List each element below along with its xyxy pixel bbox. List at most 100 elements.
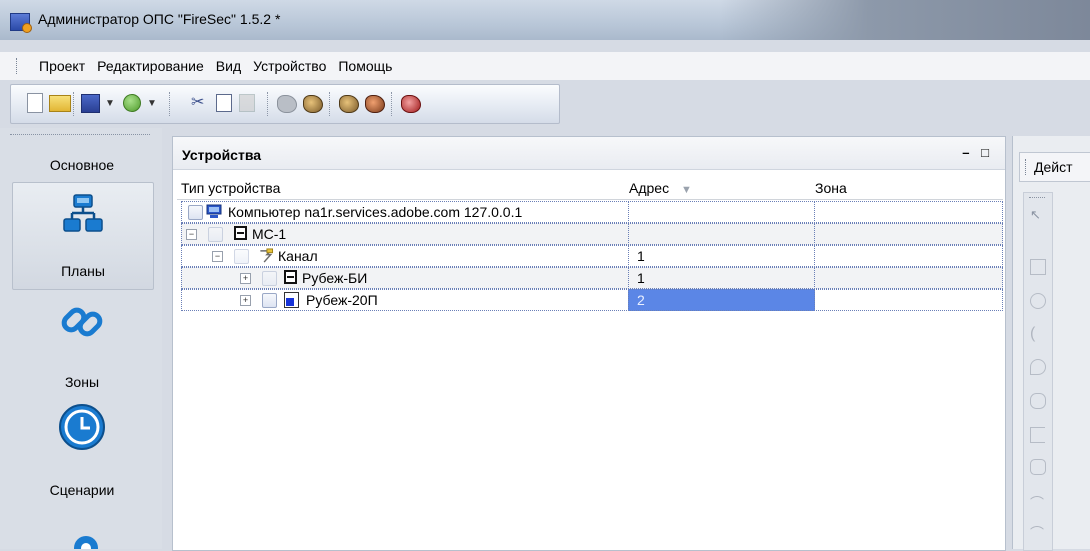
validate-icon[interactable] [123,94,141,112]
column-address-label: Адрес [629,180,670,196]
validate-dropdown-icon[interactable]: ▼ [147,98,157,118]
actions-tab[interactable]: Дейст [1019,152,1090,182]
menu-project[interactable]: Проект [33,58,91,74]
rectangle-tool-icon[interactable] [1030,259,1046,275]
link-icon [188,205,203,220]
toolbar-separator [73,92,75,116]
nav-scenarios[interactable]: Сценарии [12,398,152,508]
menu-help[interactable]: Помощь [332,58,398,74]
polyline-tool-icon[interactable] [1030,427,1045,443]
title-bar-shade [720,0,1090,40]
nav-zones-label: Зоны [64,374,100,390]
link-chain-icon [61,307,103,337]
collapse-icon[interactable]: − [186,229,197,240]
window-title: Администратор ОПС "FireSec" 1.5.2 * [38,11,281,27]
menu-grip [16,58,19,74]
device-address: 1 [637,270,645,286]
device-sync-icon[interactable] [339,95,359,113]
device-alarm-icon[interactable] [401,95,421,113]
computer-icon [206,204,222,218]
toolbar-separator [391,92,393,116]
expand-icon[interactable]: + [240,295,251,306]
actions-panel: Дейст ↖ ( ⌒ ⌒ [1012,136,1090,551]
link-icon [262,293,277,308]
toolbar-separator [169,92,171,116]
arc-tool-icon[interactable]: ( [1030,326,1044,342]
column-type[interactable]: Тип устройства [181,180,280,196]
device-name: Канал [278,248,318,264]
navigation-panel: Основное Планы Зоны Сценарии [0,128,162,549]
app-icon [10,13,32,33]
pie-tool-icon[interactable] [1030,359,1046,375]
toolbar: ▼ ▼ ✂ [10,84,560,124]
cell-zone[interactable] [814,223,1003,245]
nav-plans[interactable]: Планы [12,182,154,290]
actions-tab-label: Дейст [1034,159,1073,175]
cell-zone[interactable] [814,245,1003,267]
tab-grip [1025,159,1026,175]
table-row[interactable]: + Рубеж-20П 2 [181,289,1003,311]
panel-window-controls[interactable]: – □ [962,145,993,160]
menu-edit[interactable]: Редактирование [91,58,210,74]
save-dropdown-icon[interactable]: ▼ [105,98,115,118]
device-write-icon[interactable] [303,95,323,113]
cell-zone[interactable] [814,201,1003,223]
table-row[interactable]: Компьютер na1r.services.adobe.com 127.0.… [181,201,1003,223]
polygon-tool-icon[interactable] [1030,393,1046,409]
menu-bar: Проект Редактирование Вид Устройство Пом… [0,52,1090,80]
open-folder-icon[interactable] [49,95,71,112]
ellipse-tool-icon[interactable] [1030,293,1046,309]
device-update-icon[interactable] [365,95,385,113]
table-row[interactable]: − МС-1 [181,223,1003,245]
table-row[interactable]: − Канал 1 [181,245,1003,267]
pointer-icon[interactable]: ↖ [1030,207,1044,222]
nav-plans-label: Планы [61,263,105,279]
device-name: Компьютер na1r.services.adobe.com 127.0.… [228,204,523,220]
device-name: Рубеж-20П [306,292,378,308]
device-read-icon[interactable] [277,95,297,113]
cell-zone[interactable] [814,289,1003,311]
link-icon [234,249,249,264]
cut-icon[interactable]: ✂ [191,92,211,112]
nav-settings[interactable] [12,528,152,549]
column-zone[interactable]: Зона [815,180,847,196]
nav-main[interactable]: Основное [12,146,152,182]
nav-zones[interactable]: Зоны [12,294,152,394]
cell-type[interactable]: − МС-1 [181,223,629,245]
channel-icon [260,248,274,263]
table-row[interactable]: + Рубеж-БИ 1 [181,267,1003,289]
collapse-icon[interactable]: − [212,251,223,262]
copy-icon[interactable] [216,94,232,112]
module-icon [234,226,247,240]
save-icon[interactable] [81,94,100,113]
cell-type[interactable]: − Канал [181,245,629,267]
line-tool-icon[interactable]: ⌒ [1030,523,1044,541]
column-address[interactable]: Адрес ▼ [629,180,692,196]
title-bar: Администратор ОПС "FireSec" 1.5.2 * [0,0,1090,40]
cell-type[interactable]: + Рубеж-20П [181,289,629,311]
menu-device[interactable]: Устройство [247,58,332,74]
menu-view[interactable]: Вид [210,58,247,74]
sort-descending-icon: ▼ [680,184,692,196]
device-address: 2 [637,292,645,308]
cell-address[interactable]: 1 [628,267,815,289]
expand-icon[interactable]: + [240,273,251,284]
nav-main-label: Основное [49,157,115,173]
curve-tool-icon[interactable]: ⌒ [1030,493,1044,511]
device-name: Рубеж-БИ [302,270,368,286]
cell-type[interactable]: Компьютер na1r.services.adobe.com 127.0.… [181,201,629,223]
cell-address-selected[interactable]: 2 [628,289,815,311]
toolbar-separator [329,92,331,116]
link-icon [208,227,223,242]
cell-zone[interactable] [814,267,1003,289]
device-name: МС-1 [252,226,287,242]
hexagon-tool-icon[interactable] [1030,459,1046,475]
cell-type[interactable]: + Рубеж-БИ [181,267,629,289]
devices-panel-title: Устройства [182,147,262,163]
drawing-toolbox: ↖ ( ⌒ ⌒ [1023,192,1053,551]
cell-address[interactable] [628,201,815,223]
cell-address[interactable]: 1 [628,245,815,267]
cell-address[interactable] [628,223,815,245]
new-file-icon[interactable] [27,93,43,113]
paste-icon[interactable] [239,94,255,112]
